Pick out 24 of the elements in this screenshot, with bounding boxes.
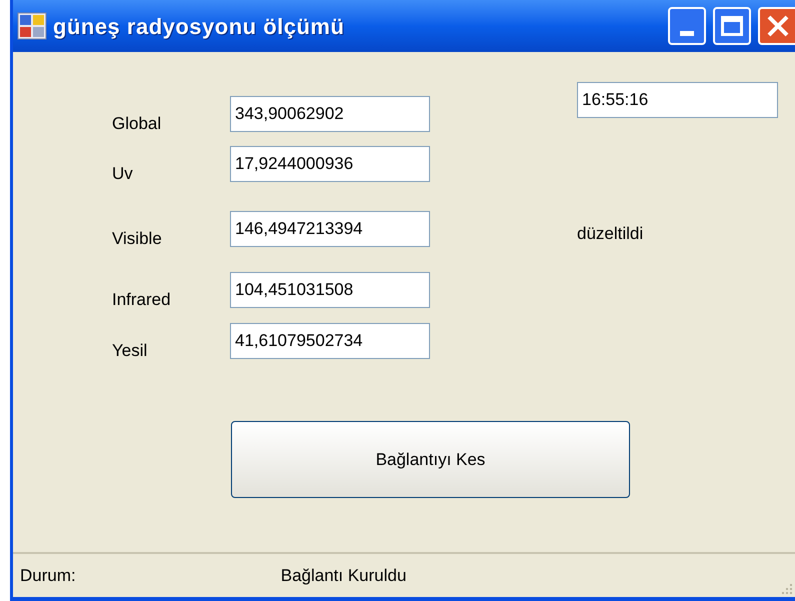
minimize-button[interactable] <box>668 7 706 45</box>
value-field[interactable]: 343,90062902 <box>230 96 430 132</box>
disconnect-button[interactable]: Bağlantıyı Kes <box>231 421 630 498</box>
field-label: Infrared <box>112 288 172 310</box>
app-icon <box>17 12 47 40</box>
status-text: Bağlantı Kuruldu <box>280 564 406 587</box>
maximize-icon <box>721 16 743 36</box>
field-label: Visible <box>112 228 163 250</box>
resize-grip-icon[interactable] <box>781 583 793 595</box>
value-field[interactable]: 41,61079502734 <box>230 323 430 359</box>
field-label: Yesil <box>112 340 148 362</box>
close-icon <box>766 14 790 38</box>
minimize-icon <box>680 31 694 36</box>
close-button[interactable] <box>758 7 795 45</box>
window-title: güneş radyosyonu ölçümü <box>53 12 344 41</box>
time-field[interactable]: 16:55:16 <box>577 82 778 118</box>
status-note: düzeltildi <box>577 223 644 245</box>
maximize-button[interactable] <box>713 7 751 45</box>
value-field[interactable]: 104,451031508 <box>230 272 430 308</box>
value-field[interactable]: 146,4947213394 <box>230 211 430 247</box>
field-label: Uv <box>112 162 134 184</box>
value-field[interactable]: 17,9244000936 <box>230 146 430 182</box>
field-label: Global <box>112 112 162 134</box>
status-label: Durum: <box>20 564 76 587</box>
